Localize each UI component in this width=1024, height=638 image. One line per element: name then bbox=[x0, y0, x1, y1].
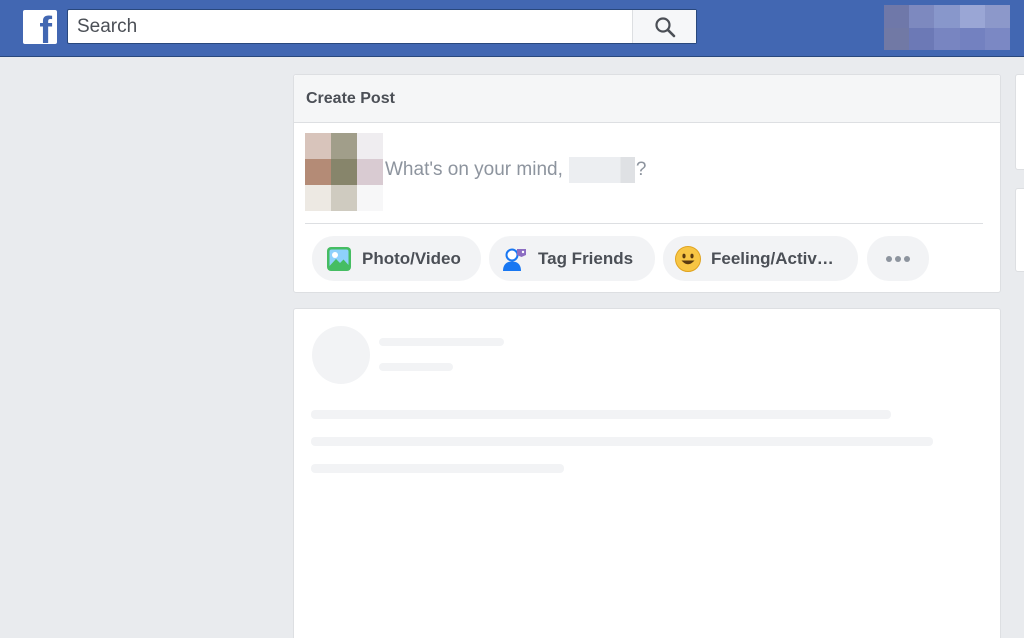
search-icon bbox=[654, 16, 675, 37]
prompt-prefix: What's on your mind, bbox=[385, 159, 563, 180]
skeleton-line bbox=[311, 410, 891, 419]
search-box bbox=[67, 9, 697, 44]
search-button[interactable] bbox=[632, 10, 696, 43]
create-post-header: Create Post bbox=[294, 75, 1000, 123]
photo-video-label: Photo/Video bbox=[362, 248, 461, 268]
photo-video-button[interactable]: Photo/Video bbox=[312, 236, 481, 281]
status-composer-prompt[interactable]: What's on your mind, ? bbox=[385, 157, 646, 183]
skeleton-line bbox=[379, 363, 453, 371]
feeling-activity-label: Feeling/Activ… bbox=[711, 248, 834, 268]
logo-letter: f bbox=[39, 10, 52, 44]
create-post-title: Create Post bbox=[306, 90, 395, 107]
divider bbox=[305, 223, 983, 224]
feeling-emoji-icon bbox=[675, 245, 701, 272]
prompt-suffix: ? bbox=[635, 159, 647, 180]
more-dots-icon bbox=[886, 255, 910, 262]
tag-friends-label: Tag Friends bbox=[538, 248, 634, 268]
search-input[interactable] bbox=[68, 10, 631, 43]
photo-video-icon bbox=[327, 246, 351, 271]
feed-post-placeholder bbox=[293, 308, 1001, 638]
right-sidebar-card bbox=[1015, 188, 1024, 272]
facebook-logo-icon[interactable]: f bbox=[23, 10, 57, 44]
tag-friends-button[interactable]: Tag Friends bbox=[489, 236, 655, 281]
create-post-card: Create Post What's on your mind, ? Photo… bbox=[293, 74, 1001, 293]
more-options-button[interactable] bbox=[867, 236, 929, 281]
profile-avatar[interactable] bbox=[884, 5, 1010, 50]
skeleton-avatar bbox=[312, 326, 370, 384]
skeleton-line bbox=[311, 437, 933, 446]
skeleton-line bbox=[311, 464, 564, 473]
user-name-redacted bbox=[568, 157, 635, 183]
tag-friends-icon bbox=[503, 248, 526, 271]
skeleton-line bbox=[379, 338, 504, 346]
top-navigation-bar: f bbox=[0, 0, 1024, 57]
right-sidebar-card bbox=[1015, 74, 1024, 170]
feeling-activity-button[interactable]: Feeling/Activ… bbox=[663, 236, 858, 281]
user-avatar[interactable] bbox=[305, 133, 383, 211]
